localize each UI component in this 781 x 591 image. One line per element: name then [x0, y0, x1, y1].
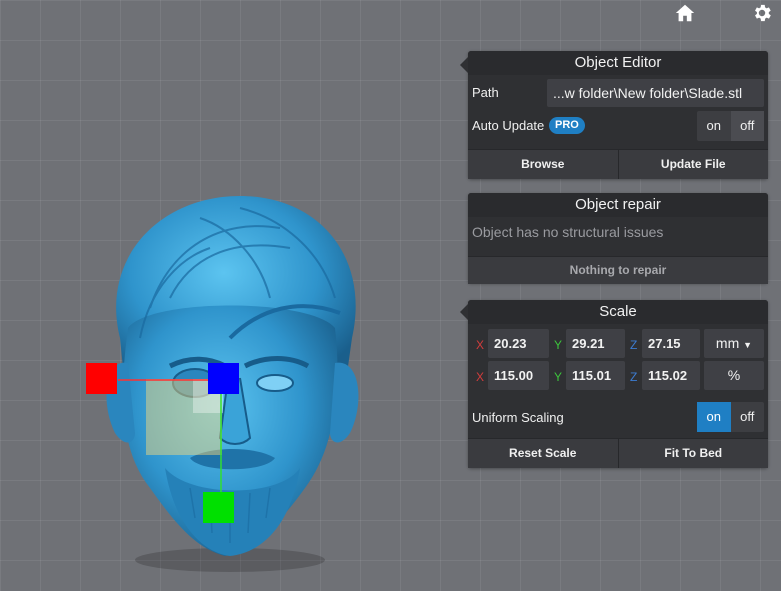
object-repair-title: Object repair	[468, 193, 768, 217]
percent-y-input[interactable]: 115.01	[566, 361, 625, 390]
percent-y-axis-label: Y	[554, 370, 563, 384]
percent-z-input[interactable]: 115.02	[642, 361, 700, 390]
percent-x-input[interactable]: 115.00	[488, 361, 549, 390]
path-field[interactable]: ...w folder\New folder\Slade.stl	[547, 79, 764, 107]
object-editor-title: Object Editor	[468, 51, 768, 75]
chevron-down-icon: ▼	[743, 340, 753, 350]
auto-update-toggle[interactable]: on off	[697, 111, 764, 141]
uniform-scaling-label: Uniform Scaling	[472, 410, 564, 425]
browse-button[interactable]: Browse	[468, 150, 618, 179]
size-z-axis-label: Z	[630, 338, 638, 352]
repair-status-text: Object has no structural issues	[472, 224, 664, 240]
uniform-scaling-off[interactable]: off	[731, 402, 765, 432]
object-repair-panel: Object repair Object has no structural i…	[468, 193, 768, 284]
fit-to-bed-button[interactable]: Fit To Bed	[617, 439, 768, 468]
uniform-scaling-toggle[interactable]: on off	[697, 402, 764, 432]
uniform-scaling-on[interactable]: on	[697, 402, 731, 432]
3d-viewport[interactable]: Object Editor Path ...w folder\New folde…	[0, 0, 781, 591]
size-y-input[interactable]: 29.21	[566, 329, 625, 358]
size-x-axis-label: X	[476, 338, 485, 352]
percent-unit-label: %	[704, 361, 764, 390]
gizmo-y-handle[interactable]	[203, 492, 234, 523]
scale-panel: Scale X 20.23 Y 29.21 Z 27.15 mm ▼ X 115…	[460, 300, 768, 468]
gear-icon[interactable]	[751, 2, 773, 24]
percent-x-axis-label: X	[476, 370, 485, 384]
gizmo-z-handle[interactable]	[208, 363, 239, 394]
pro-badge: PRO	[549, 117, 585, 134]
reset-scale-button[interactable]: Reset Scale	[468, 439, 618, 468]
panel-pointer	[460, 57, 468, 73]
size-z-input[interactable]: 27.15	[642, 329, 700, 358]
panel-pointer	[460, 304, 468, 320]
update-file-button[interactable]: Update File	[617, 150, 768, 179]
scale-title: Scale	[468, 300, 768, 324]
object-editor-panel: Object Editor Path ...w folder\New folde…	[460, 51, 768, 179]
auto-update-on[interactable]: on	[697, 111, 731, 141]
percent-z-axis-label: Z	[630, 370, 638, 384]
home-icon[interactable]	[674, 2, 696, 24]
unit-select[interactable]: mm ▼	[704, 329, 764, 358]
gizmo-x-handle[interactable]	[86, 363, 117, 394]
auto-update-off[interactable]: off	[730, 111, 764, 141]
nothing-to-repair-button[interactable]: Nothing to repair	[468, 257, 768, 284]
size-y-axis-label: Y	[554, 338, 563, 352]
auto-update-label: Auto Update	[472, 118, 545, 133]
size-x-input[interactable]: 20.23	[488, 329, 549, 358]
path-label: Path	[472, 85, 499, 100]
unit-select-value: mm	[715, 335, 740, 351]
